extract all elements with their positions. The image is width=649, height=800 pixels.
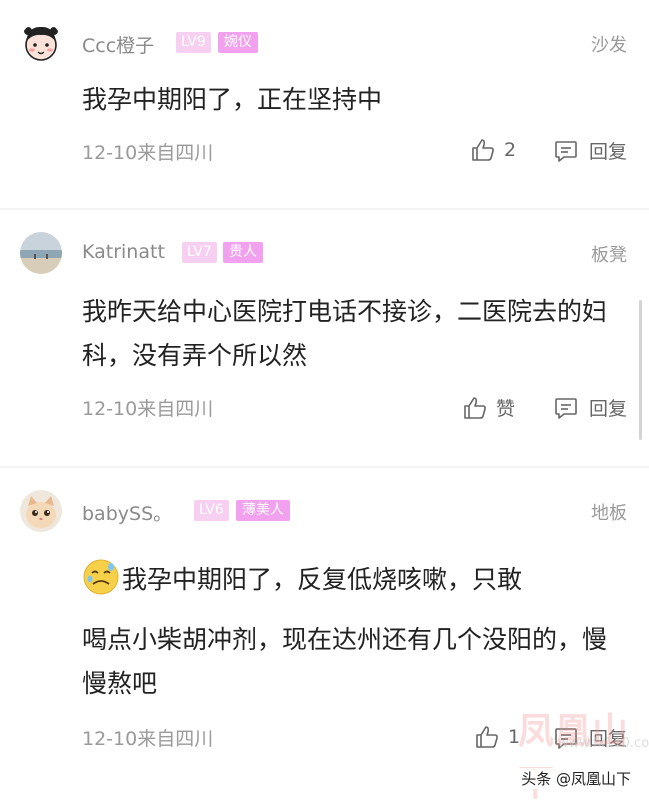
like-button[interactable]: 1 — [474, 724, 520, 750]
avatar-cartoon-girl-icon — [20, 22, 62, 64]
title-badge: 薄美人 — [236, 500, 290, 521]
comment-list-page: Ccc橙子 LV9 婉仪 沙发 我孕中期阳了，正在坚持中 12-10来自四川 2… — [0, 0, 649, 800]
like-label: 赞 — [496, 398, 516, 420]
title-badge: 婉仪 — [218, 32, 258, 53]
comment-text: 我孕中期阳了，正在坚持中 — [82, 85, 383, 114]
level-badge: LV9 — [176, 32, 211, 53]
level-badge: LV6 — [194, 500, 229, 521]
title-badge: 贵人 — [223, 242, 263, 263]
scrollbar[interactable] — [639, 300, 642, 440]
floor-label: 沙发 — [591, 35, 627, 56]
reply-bubble-icon — [555, 140, 577, 162]
like-button[interactable]: 2 — [470, 137, 516, 163]
comment-item: Katrinatt LV7 贵人 板凳 我昨天给中心医院打电话不接诊，二医院去的… — [0, 210, 649, 466]
avatar-beach-photo-icon — [20, 232, 62, 274]
comment-item: Ccc橙子 LV9 婉仪 沙发 我孕中期阳了，正在坚持中 12-10来自四川 2… — [0, 0, 649, 208]
like-button[interactable]: 赞 — [462, 394, 515, 421]
reply-label: 回复 — [588, 141, 627, 163]
reply-button[interactable]: 回复 — [553, 137, 627, 164]
watermark-url: www.fx110.com — [558, 736, 649, 751]
like-count: 2 — [504, 139, 517, 161]
reply-label: 回复 — [588, 398, 627, 420]
username[interactable]: Katrinatt — [82, 241, 165, 263]
comment-meta: 12-10来自四川 — [82, 398, 214, 420]
avatar[interactable] — [20, 22, 62, 64]
comment-text: 我孕中期阳了，反复低烧咳嗽，只敢 喝点小柴胡冲剂，现在达州还有几个没阳的，慢慢熬… — [82, 558, 627, 706]
thumbs-up-icon — [464, 396, 486, 419]
thumbs-up-icon — [476, 726, 498, 748]
username[interactable]: Ccc橙子 — [82, 31, 154, 58]
avatar[interactable] — [20, 232, 62, 274]
comment-meta: 12-10来自四川 — [82, 142, 214, 164]
reply-bubble-icon — [555, 397, 577, 419]
avatar-cat-photo-icon — [20, 490, 62, 532]
comment-meta: 12-10来自四川 — [82, 728, 214, 750]
comment-text: 我昨天给中心医院打电话不接诊，二医院去的妇科，没有弄个所以然 — [82, 297, 608, 370]
comment-text-rest: 喝点小柴胡冲剂，现在达州还有几个没阳的，慢慢熬吧 — [82, 625, 608, 698]
sweating-emoji-icon — [83, 559, 119, 595]
floor-label: 地板 — [591, 503, 627, 524]
thumbs-up-icon — [472, 139, 494, 161]
avatar[interactable] — [20, 490, 62, 532]
username[interactable]: babySS。 — [82, 499, 172, 526]
floor-label: 板凳 — [591, 245, 627, 266]
reply-button[interactable]: 回复 — [553, 394, 627, 421]
level-badge: LV7 — [182, 242, 217, 263]
comment-text-line1: 我孕中期阳了，反复低烧咳嗽，只敢 — [122, 565, 523, 594]
source-attribution: 头条 @凤凰山下 — [519, 768, 633, 789]
